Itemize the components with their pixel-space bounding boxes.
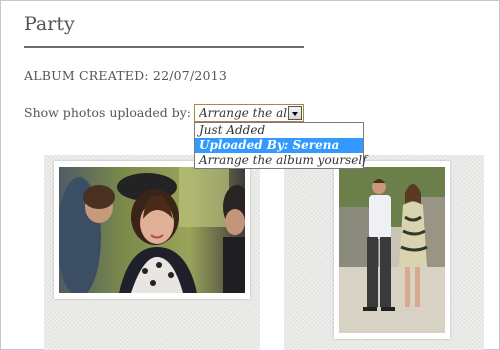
- uploaded-by-select[interactable]: Arrange the album yourself: [194, 104, 304, 122]
- uploaded-by-dropdown-list: Just Added Uploaded By: Serena Arrange t…: [194, 122, 367, 169]
- chevron-down-icon[interactable]: [288, 106, 302, 120]
- filter-label: Show photos uploaded by:: [24, 105, 192, 120]
- title-divider: [24, 46, 304, 48]
- album-title: Party: [24, 13, 75, 35]
- gallery-divider: [260, 155, 284, 350]
- photo-gallery: [44, 155, 484, 350]
- photo-image-party-woman: [59, 167, 245, 293]
- album-created-date: ALBUM CREATED: 22/07/2013: [24, 68, 227, 83]
- option-arrange-yourself[interactable]: Arrange the album yourself: [195, 153, 367, 168]
- photo-thumbnail[interactable]: [339, 167, 445, 333]
- photo-card[interactable]: [54, 161, 250, 299]
- album-panel: Party ALBUM CREATED: 22/07/2013 Show pho…: [0, 0, 500, 350]
- photo-card[interactable]: [334, 161, 450, 339]
- select-current-value: Arrange the album yourself: [199, 106, 287, 120]
- photo-image-couple: [339, 167, 445, 333]
- option-uploaded-by-serena[interactable]: Uploaded By: Serena: [195, 138, 363, 153]
- photo-thumbnail[interactable]: [59, 167, 245, 293]
- option-just-added[interactable]: Just Added: [195, 123, 363, 138]
